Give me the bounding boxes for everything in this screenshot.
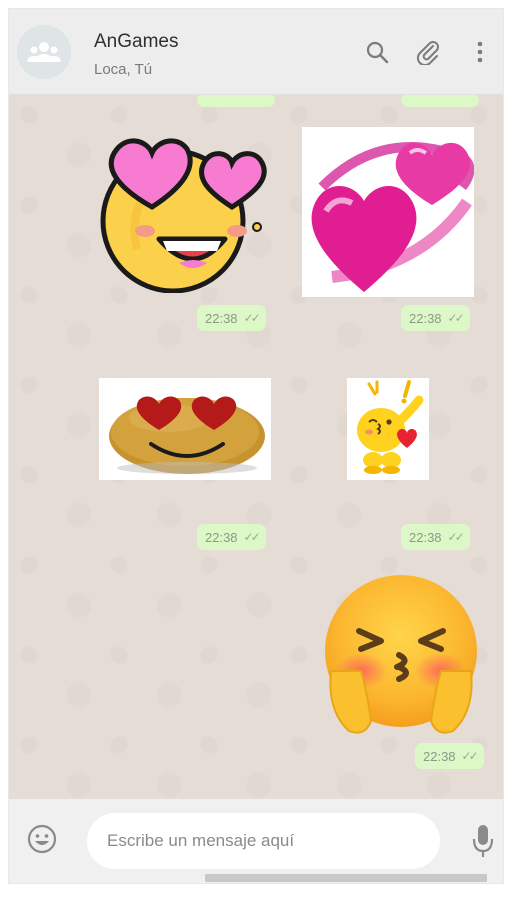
emoji-icon[interactable] (24, 821, 60, 857)
read-ticks-icon: ✓✓ (243, 530, 261, 544)
timestamp-text: 22:38 (205, 310, 238, 326)
composer-bar (9, 799, 503, 883)
timestamp-text: 22:38 (409, 529, 442, 545)
message-timestamp: 22:38 ✓✓ (197, 305, 266, 331)
microphone-icon[interactable] (469, 821, 497, 861)
message-timestamp-partial (197, 95, 275, 107)
search-icon[interactable] (362, 37, 392, 67)
heart-eyes-face-sticker[interactable] (97, 127, 273, 294)
message-timestamp: 22:38 ✓✓ (197, 524, 266, 550)
potato-heart-eyes-sticker[interactable] (99, 378, 271, 480)
group-avatar-icon[interactable] (17, 25, 71, 79)
timestamp-text: 22:38 (205, 529, 238, 545)
attach-icon[interactable] (413, 37, 443, 67)
timestamp-text: 22:38 (409, 310, 442, 326)
message-timestamp: 22:38 ✓✓ (415, 743, 484, 769)
chat-participants: Loca, Tú (94, 61, 153, 78)
read-ticks-icon: ✓✓ (243, 311, 261, 325)
message-timestamp: 22:38 ✓✓ (401, 305, 470, 331)
read-ticks-icon: ✓✓ (447, 311, 465, 325)
chat-header: AnGames Loca, Tú (9, 9, 503, 95)
read-ticks-icon: ✓✓ (447, 530, 465, 544)
message-timestamp: 22:38 ✓✓ (401, 524, 470, 550)
message-input[interactable] (87, 813, 440, 869)
message-timestamp-partial (401, 95, 479, 107)
read-ticks-icon: ✓✓ (461, 749, 479, 763)
timestamp-text: 22:38 (423, 748, 456, 764)
chat-title[interactable]: AnGames (94, 31, 178, 53)
horizontal-scrollbar[interactable] (205, 874, 487, 882)
kissing-blushing-face-sticker[interactable] (321, 571, 481, 737)
menu-icon[interactable] (465, 37, 495, 67)
blowing-kiss-character-sticker[interactable] (347, 378, 429, 480)
chat-window: AnGames Loca, Tú 22:38 ✓✓ 22:38 ✓✓ 22:38… (8, 8, 504, 884)
orbiting-hearts-sticker[interactable] (302, 127, 475, 297)
message-list[interactable]: 22:38 ✓✓ 22:38 ✓✓ 22:38 ✓✓ 22:38 ✓✓ 22:3… (9, 95, 503, 799)
